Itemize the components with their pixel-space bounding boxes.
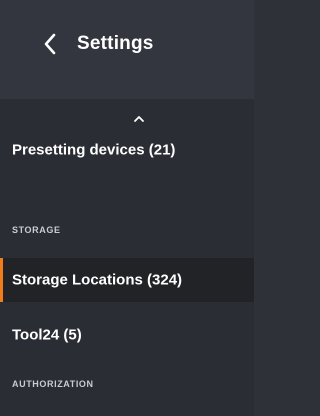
settings-sidebar: Settings Presetting devices (21) STORAGE… <box>0 0 254 416</box>
page-title: Settings <box>77 33 154 54</box>
settings-nav: Presetting devices (21) STORAGE Storage … <box>0 99 254 416</box>
chevron-left-icon <box>44 33 56 55</box>
active-indicator <box>0 258 3 302</box>
section-header-authorization: AUTHORIZATION <box>12 379 94 389</box>
nav-item-label: Storage Locations (324) <box>12 271 183 289</box>
section-header-storage: STORAGE <box>12 225 61 235</box>
nav-item-label: Presetting devices (21) <box>12 141 176 159</box>
back-button[interactable] <box>38 31 62 57</box>
scroll-up-button[interactable] <box>131 113 147 125</box>
chevron-up-icon <box>134 116 144 122</box>
nav-item-label: Tool24 (5) <box>12 326 82 344</box>
nav-item-storage-locations[interactable]: Storage Locations (324) <box>0 258 254 302</box>
nav-item-tool24[interactable]: Tool24 (5) <box>0 313 254 357</box>
nav-item-presetting-devices[interactable]: Presetting devices (21) <box>0 128 254 172</box>
sidebar-header: Settings <box>0 0 254 99</box>
